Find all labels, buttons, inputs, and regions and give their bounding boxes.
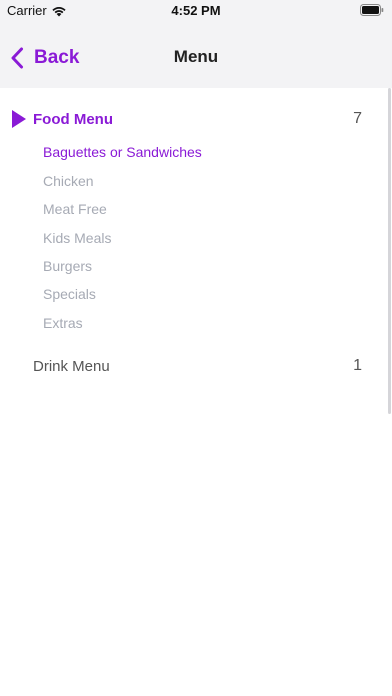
navigation-bar: Back Menu	[0, 28, 392, 88]
app-screen: Carrier 4:52 PM Back Menu Food Menu 7 Ba…	[0, 0, 392, 696]
menu-list: Food Menu 7 Baguettes or Sandwiches Chic…	[0, 88, 392, 696]
status-time: 4:52 PM	[171, 3, 221, 18]
section-drink-menu-label: Drink Menu	[33, 357, 110, 375]
menu-item-burgers[interactable]: Burgers	[43, 258, 92, 274]
menu-item-extras[interactable]: Extras	[43, 315, 83, 331]
battery-icon	[360, 4, 384, 16]
section-drink-menu[interactable]: Drink Menu 1	[0, 352, 392, 380]
section-drink-menu-count: 1	[353, 357, 362, 374]
section-food-menu[interactable]: Food Menu 7	[0, 105, 392, 133]
play-icon	[12, 110, 26, 128]
section-food-menu-label: Food Menu	[33, 110, 113, 128]
page-title: Menu	[173, 47, 219, 66]
scrollbar[interactable]	[388, 88, 391, 414]
menu-item-kids-meals[interactable]: Kids Meals	[43, 230, 111, 246]
menu-item-specials[interactable]: Specials	[43, 286, 96, 302]
menu-item-chicken[interactable]: Chicken	[43, 173, 94, 189]
menu-item-meat-free[interactable]: Meat Free	[43, 201, 107, 217]
menu-item-baguettes-or-sandwiches[interactable]: Baguettes or Sandwiches	[43, 144, 202, 160]
status-bar: Carrier 4:52 PM	[0, 0, 392, 28]
section-food-menu-count: 7	[353, 110, 362, 127]
